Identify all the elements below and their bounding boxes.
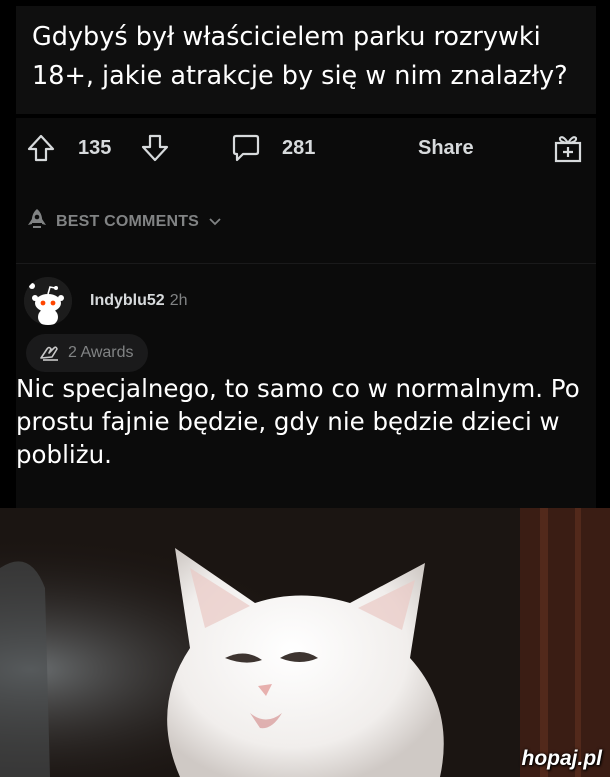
post-action-row: 135 281 Share bbox=[16, 118, 596, 178]
rocket-icon bbox=[26, 208, 48, 237]
best-comments-sort[interactable]: BEST COMMENTS bbox=[26, 206, 221, 238]
awards-label: 2 Awards bbox=[68, 344, 134, 361]
post-screenshot: Gdybyś był właścicielem parku rozrywki 1… bbox=[0, 0, 610, 508]
post-title: Gdybyś był właścicielem parku rozrywki 1… bbox=[32, 22, 568, 91]
sort-label: BEST COMMENTS bbox=[56, 213, 200, 230]
gift-icon bbox=[552, 132, 584, 164]
award-hands-icon bbox=[38, 340, 62, 367]
comment-count: 281 bbox=[282, 136, 316, 159]
comments-button[interactable]: 281 bbox=[230, 118, 315, 178]
avatar[interactable] bbox=[24, 277, 72, 325]
comment-header: Indyblu52 2h bbox=[24, 275, 187, 327]
share-button[interactable]: Share bbox=[418, 118, 474, 178]
chevron-down-icon bbox=[209, 213, 221, 231]
post-title-panel: Gdybyś był właścicielem parku rozrywki 1… bbox=[16, 6, 596, 114]
comment-username[interactable]: Indyblu52 bbox=[90, 292, 165, 310]
arrow-up-icon bbox=[26, 133, 56, 163]
awards-badge[interactable]: 2 Awards bbox=[26, 334, 148, 372]
vote-count: 135 bbox=[78, 136, 112, 159]
downvote-button[interactable] bbox=[140, 118, 170, 178]
watermark: hopaj.pl bbox=[521, 747, 603, 770]
arrow-down-icon bbox=[140, 133, 170, 163]
comment-time: 2h bbox=[169, 292, 188, 309]
reddit-snoo-icon bbox=[24, 277, 72, 325]
cat-photo: hopaj.pl bbox=[0, 508, 610, 777]
section-divider bbox=[16, 263, 596, 264]
gift-button[interactable] bbox=[552, 118, 584, 178]
speech-bubble-icon bbox=[230, 133, 262, 163]
upvote-button[interactable] bbox=[26, 118, 56, 178]
comment-text: Nic specjalnego, to samo co w normalnym.… bbox=[16, 374, 580, 469]
